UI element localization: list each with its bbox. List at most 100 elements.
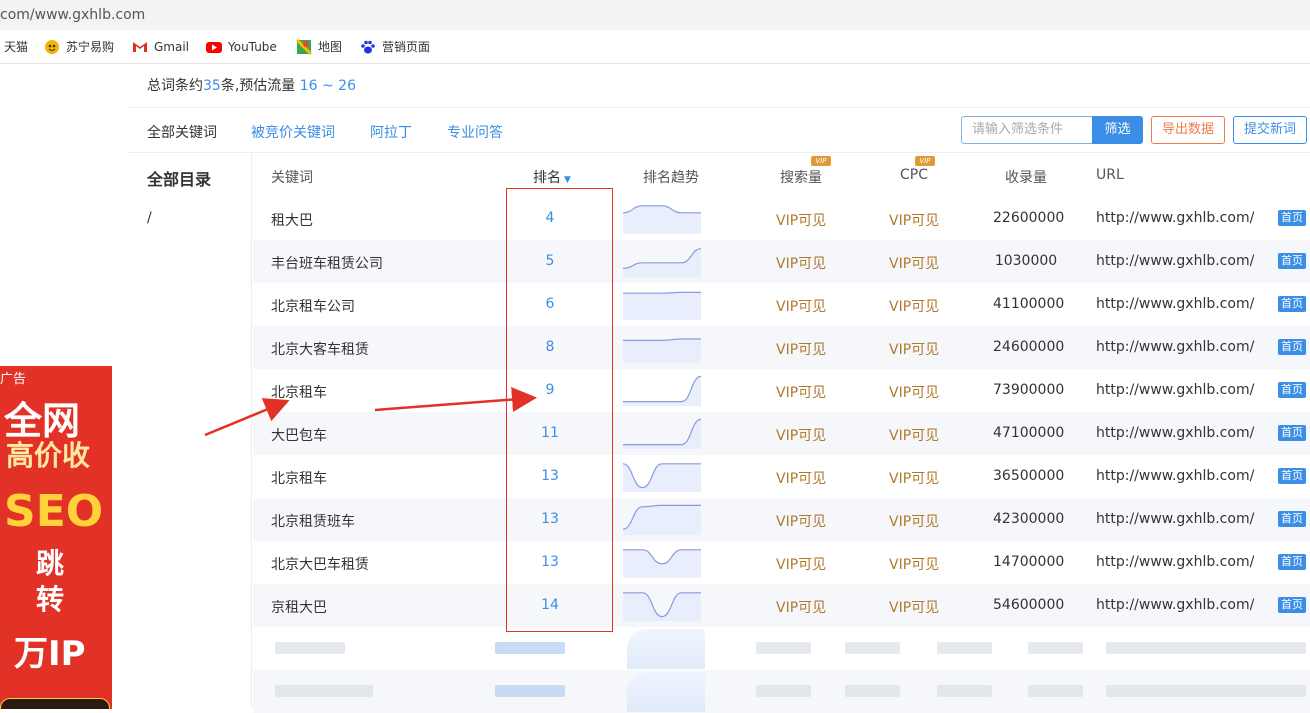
bookmark-label: 地图 — [318, 40, 343, 54]
table-row[interactable]: 北京租车 13 VIP可见 VIP可见 36500000 http://www.gxhlb… — [253, 455, 1310, 498]
homepage-tag: 首页 — [1278, 554, 1306, 570]
volume-cell[interactable]: VIP可见 — [776, 296, 826, 316]
keyword-cell[interactable]: 北京租赁班车 — [271, 511, 355, 531]
catalog-item-root[interactable]: / — [147, 210, 152, 226]
keyword-cell[interactable]: 北京大客车租赁 — [271, 339, 369, 359]
catalog-title: 全部目录 — [147, 170, 212, 189]
header-rank-label: 排名 — [533, 170, 561, 186]
ad-banner[interactable]: 广告 全网 高价收 SEO 跳转 万IP — [0, 366, 112, 709]
blurred-cell — [495, 642, 565, 654]
keyword-cell[interactable]: 北京租车公司 — [271, 296, 355, 316]
keyword-cell[interactable]: 北京租车 — [271, 468, 327, 488]
keyword-cell[interactable]: 大巴包车 — [271, 425, 327, 445]
rank-trend-sparkline — [623, 549, 701, 578]
blurred-cell — [756, 685, 811, 697]
volume-cell[interactable]: VIP可见 — [776, 382, 826, 402]
volume-cell[interactable]: VIP可见 — [776, 210, 826, 230]
bookmark-tmall[interactable]: 天猫 — [4, 38, 28, 56]
rank-trend-sparkline — [623, 375, 701, 406]
submit-new-keyword-button[interactable]: 提交新词 — [1233, 116, 1307, 144]
volume-cell[interactable]: VIP可见 — [776, 597, 826, 617]
sparkline-area — [623, 292, 701, 320]
blurred-trend — [627, 629, 705, 669]
table-row[interactable]: 北京租车公司 6 VIP可见 VIP可见 41100000 http://www.gxhl… — [253, 283, 1310, 326]
table-row[interactable]: 北京租赁班车 13 VIP可见 VIP可见 42300000 http://www.gxh… — [253, 498, 1310, 541]
table-row[interactable]: 丰台班车租赁公司 5 VIP可见 VIP可见 1030000 http://www.gxh… — [253, 240, 1310, 283]
cpc-cell[interactable]: VIP可见 — [889, 296, 939, 316]
url-cell[interactable]: http://www.gxhlb.com/ — [1096, 597, 1254, 613]
tabs-bar: 全部关键词 被竞价关键词 阿拉丁 专业问答 请输入筛选条件 筛选 导出数据 提交… — [127, 107, 1310, 153]
url-cell[interactable]: http://www.gxhlb.com/ — [1096, 339, 1254, 355]
url-cell[interactable]: http://www.gxhlb.com/ — [1096, 296, 1254, 312]
bookmark-maps[interactable]: 地图 — [295, 38, 343, 56]
table-row[interactable]: 大巴包车 11 VIP可见 VIP可见 47100000 http://www.gxhlb… — [253, 412, 1310, 455]
keyword-cell[interactable]: 京租大巴 — [271, 597, 327, 617]
keyword-cell[interactable]: 租大巴 — [271, 210, 313, 230]
table-header: 关键词 排名 ▼ 排名趋势 搜索量 VIP CPC VIP 收录量 URL — [253, 154, 1310, 197]
table-row[interactable]: 京租大巴 14 VIP可见 VIP可见 54600000 http://www.gxhlb… — [253, 584, 1310, 627]
url-cell[interactable]: http://www.gxhlb.com/ — [1096, 210, 1254, 226]
blurred-cell — [1106, 685, 1306, 697]
rank-trend-sparkline — [623, 338, 701, 363]
header-trend: 排名趋势 — [643, 170, 699, 186]
summary-traffic: 16 ~ 26 — [299, 78, 356, 94]
header-volume: 搜索量 — [780, 170, 822, 186]
cpc-cell[interactable]: VIP可见 — [889, 597, 939, 617]
table-row[interactable]: 北京大巴车租赁 13 VIP可见 VIP可见 14700000 http://www.gx… — [253, 541, 1310, 584]
tab-aladdin[interactable]: 阿拉丁 — [370, 122, 412, 142]
volume-cell[interactable]: VIP可见 — [776, 554, 826, 574]
cpc-cell[interactable]: VIP可见 — [889, 468, 939, 488]
volume-cell[interactable]: VIP可见 — [776, 511, 826, 531]
cpc-cell[interactable]: VIP可见 — [889, 554, 939, 574]
homepage-tag: 首页 — [1278, 210, 1306, 226]
rank-trend-sparkline — [623, 291, 701, 320]
cpc-cell[interactable]: VIP可见 — [889, 425, 939, 445]
bookmark-gmail[interactable]: Gmail — [132, 38, 189, 56]
header-rank[interactable]: 排名 ▼ — [533, 167, 571, 187]
volume-cell[interactable]: VIP可见 — [776, 339, 826, 359]
volume-cell[interactable]: VIP可见 — [776, 468, 826, 488]
bookmark-label: YouTube — [228, 40, 277, 54]
bookmark-marketing[interactable]: 营销页面 — [360, 38, 430, 56]
bookmark-suning[interactable]: 苏宁易购 — [44, 38, 114, 56]
tab-all-keywords[interactable]: 全部关键词 — [147, 122, 217, 142]
url-cell[interactable]: http://www.gxhlb.com/ — [1096, 554, 1254, 570]
ad-ip: 万IP — [14, 634, 86, 674]
keyword-cell[interactable]: 北京租车 — [271, 382, 327, 402]
summary-line: 总词条约35条,预估流量 16 ~ 26 — [147, 75, 356, 95]
export-button[interactable]: 导出数据 — [1151, 116, 1225, 144]
gmail-icon — [132, 39, 148, 55]
bookmark-youtube[interactable]: YouTube — [206, 38, 277, 56]
sparkline-area — [623, 339, 701, 363]
keyword-cell[interactable]: 北京大巴车租赁 — [271, 554, 369, 574]
cpc-cell[interactable]: VIP可见 — [889, 339, 939, 359]
tab-expert-qa[interactable]: 专业问答 — [447, 122, 503, 142]
table-row[interactable]: 北京大客车租赁 8 VIP可见 VIP可见 24600000 http://www.gxh… — [253, 326, 1310, 369]
url-cell[interactable]: http://www.gxhlb.com/ — [1096, 511, 1254, 527]
volume-cell[interactable]: VIP可见 — [776, 425, 826, 445]
annotation-highlight-box — [506, 188, 613, 632]
cpc-cell[interactable]: VIP可见 — [889, 253, 939, 273]
volume-cell[interactable]: VIP可见 — [776, 253, 826, 273]
blurred-cell — [937, 642, 992, 654]
filter-button[interactable]: 筛选 — [1092, 116, 1143, 144]
rank-trend-sparkline — [623, 205, 701, 234]
url-cell[interactable]: http://www.gxhlb.com/ — [1096, 425, 1254, 441]
table-row[interactable]: 租大巴 4 VIP可见 VIP可见 22600000 http://www.gxhlb.c… — [253, 197, 1310, 240]
url-cell[interactable]: http://www.gxhlb.com/ — [1096, 382, 1254, 398]
address-bar[interactable]: com/www.gxhlb.com — [0, 0, 1310, 30]
table-row[interactable]: 北京租车 9 VIP可见 VIP可见 73900000 http://www.gxhlb.… — [253, 369, 1310, 412]
url-cell[interactable]: http://www.gxhlb.com/ — [1096, 253, 1254, 269]
tab-bid-keywords[interactable]: 被竞价关键词 — [251, 122, 335, 142]
filter-input[interactable]: 请输入筛选条件 — [961, 116, 1093, 144]
blurred-cell — [1028, 685, 1083, 697]
homepage-tag: 首页 — [1278, 597, 1306, 613]
cpc-cell[interactable]: VIP可见 — [889, 511, 939, 531]
bookmark-label: Gmail — [154, 40, 190, 54]
cpc-cell[interactable]: VIP可见 — [889, 210, 939, 230]
url-cell[interactable]: http://www.gxhlb.com/ — [1096, 468, 1254, 484]
rank-trend-sparkline — [623, 248, 701, 277]
cpc-cell[interactable]: VIP可见 — [889, 382, 939, 402]
ad-seo: SEO — [4, 486, 104, 537]
keyword-cell[interactable]: 丰台班车租赁公司 — [271, 253, 383, 273]
